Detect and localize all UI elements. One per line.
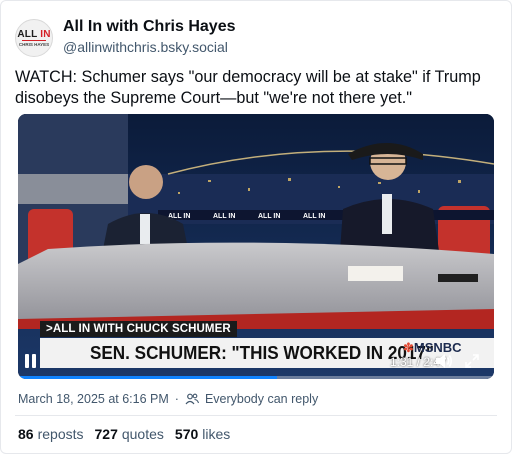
logo-divider (22, 40, 46, 41)
pause-icon[interactable] (25, 354, 39, 368)
peacock-icon: ✽ (403, 340, 414, 355)
video-progress-fill (18, 376, 278, 379)
svg-text:ALL IN: ALL IN (213, 213, 235, 220)
avatar[interactable]: ALL IN CHRIS HAYES (15, 19, 53, 57)
post-timestamp[interactable]: March 18, 2025 at 6:16 PM (18, 392, 169, 406)
quotes-stat[interactable]: 727 quotes (95, 426, 164, 442)
video-player[interactable]: ALL IN ALL IN ALL IN ALL IN >ALL IN WITH CH… (18, 114, 494, 379)
likes-stat[interactable]: 570 likes (175, 426, 230, 442)
post-header: ALL IN CHRIS HAYES All In with Chris Hay… (15, 15, 495, 59)
svg-text:ALL IN: ALL IN (303, 213, 325, 220)
chyron-show-name: >ALL IN WITH CHUCK SCHUMER (40, 321, 237, 337)
video-progress-bar[interactable] (18, 376, 494, 379)
divider (15, 415, 497, 416)
author-names: All In with Chris Hayes @allinwithchris.… (63, 17, 235, 56)
chyron-headline: SEN. SCHUMER: "THIS WORKED IN 2017" (90, 343, 435, 363)
logo-subtitle: CHRIS HAYES (18, 42, 50, 47)
reposts-stat[interactable]: 86 reposts (18, 426, 84, 442)
author-display-name[interactable]: All In with Chris Hayes (63, 17, 235, 37)
speaker-icon[interactable] (435, 353, 453, 369)
post-meta: March 18, 2025 at 6:16 PM · Everybody ca… (18, 392, 318, 406)
post-text: WATCH: Schumer says "our democracy will … (15, 68, 481, 107)
engagement-stats: 86 reposts 727 quotes 570 likes (18, 426, 230, 442)
svg-text:ALL IN: ALL IN (258, 213, 280, 220)
people-icon (185, 393, 199, 405)
meta-separator: · (174, 392, 179, 406)
all-in-logo-icon: ALL IN (17, 29, 51, 40)
author-handle[interactable]: @allinwithchris.bsky.social (63, 38, 235, 56)
fullscreen-icon[interactable] (465, 354, 479, 368)
post-card: ALL IN CHRIS HAYES All In with Chris Hay… (0, 0, 512, 454)
reply-setting[interactable]: Everybody can reply (205, 392, 318, 406)
